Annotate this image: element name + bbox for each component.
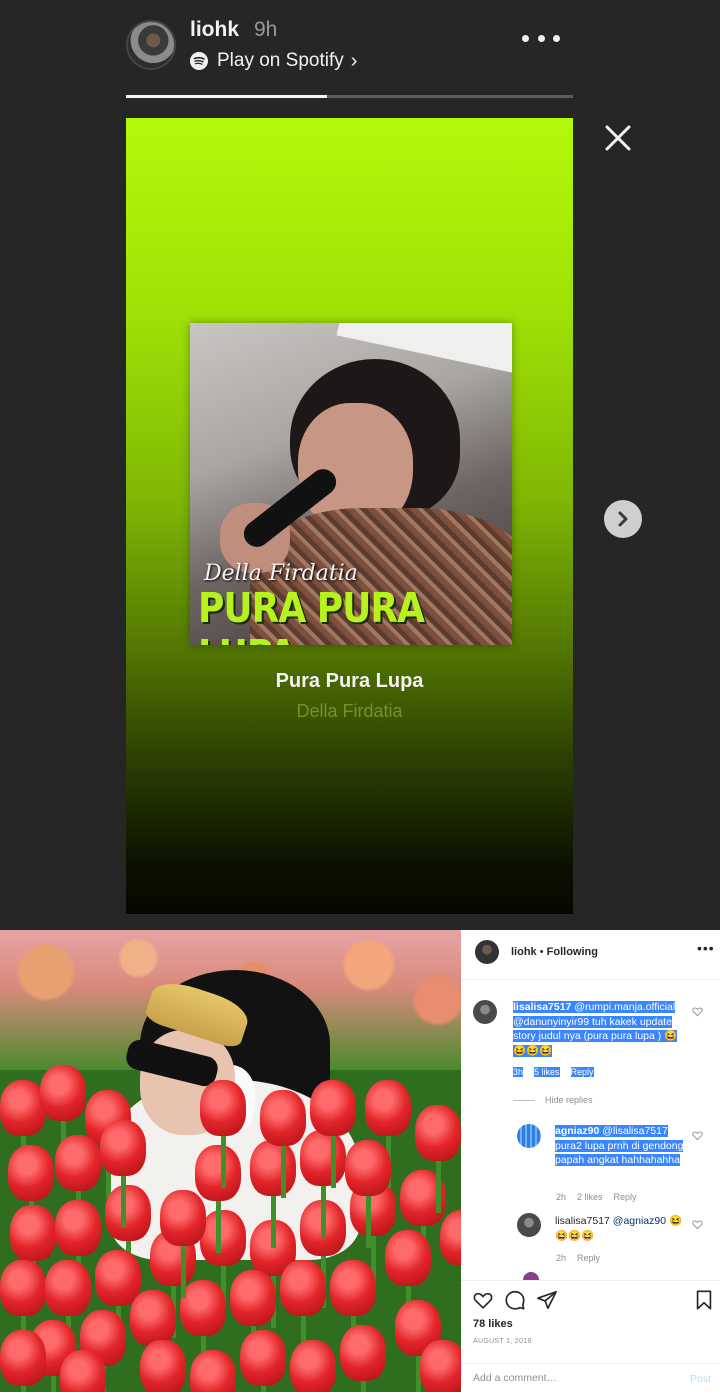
album-artist-text: Della Firdatia bbox=[204, 561, 358, 586]
comment-meta: 2h 2 likes Reply bbox=[556, 1192, 637, 1202]
track-title: Pura Pura Lupa bbox=[275, 670, 424, 692]
comment-likes[interactable]: 5 likes bbox=[534, 1067, 560, 1077]
post-photo[interactable] bbox=[0, 930, 461, 1392]
add-comment-input[interactable] bbox=[473, 1372, 673, 1384]
hide-replies-button[interactable]: Hide replies bbox=[513, 1095, 593, 1105]
separator: • bbox=[536, 946, 547, 958]
comment-likes[interactable]: 2 likes bbox=[577, 1192, 603, 1202]
post-date: AUGUST 1, 2018 bbox=[473, 1338, 532, 1345]
comment-meta: 2h Reply bbox=[556, 1253, 600, 1263]
album-title-text: PURA PURA LUPA bbox=[198, 585, 425, 645]
share-icon[interactable] bbox=[536, 1289, 558, 1311]
add-comment-bar: Post bbox=[461, 1363, 720, 1392]
avatar[interactable] bbox=[473, 1000, 497, 1024]
post-comment-button[interactable]: Post bbox=[690, 1373, 711, 1385]
story-viewer: liohk 9h Play on Spotify › Della Firdati… bbox=[0, 0, 720, 930]
chevron-right-icon: › bbox=[350, 49, 358, 72]
comment: lisalisa7517 @rumpi.manja.official @danu… bbox=[513, 1000, 685, 1058]
story-time: 9h bbox=[254, 18, 278, 41]
comment-time[interactable]: 2h bbox=[556, 1192, 566, 1202]
spotify-label: Play on Spotify bbox=[217, 50, 344, 71]
story-avatar[interactable] bbox=[126, 20, 176, 70]
spotify-icon bbox=[190, 52, 208, 70]
post-comments-panel: liohk • Following ••• lisalisa7517 @rump… bbox=[461, 930, 720, 1392]
story-progress-bar bbox=[126, 95, 573, 98]
story-username[interactable]: liohk bbox=[190, 18, 239, 42]
heart-icon[interactable] bbox=[692, 1006, 703, 1017]
avatar[interactable] bbox=[475, 940, 499, 964]
album-cover: Della Firdatia PURA PURA LUPA bbox=[190, 323, 512, 645]
next-story-button[interactable] bbox=[604, 500, 642, 538]
heart-icon[interactable] bbox=[692, 1219, 703, 1230]
reply-comment: agniaz90 @lisalisa7517 pura2 lupa prnh d… bbox=[555, 1124, 685, 1168]
comment-meta: 3h 5 likes Reply bbox=[513, 1067, 594, 1077]
chevron-right-icon bbox=[618, 511, 628, 527]
comment-time[interactable]: 2h bbox=[556, 1253, 566, 1263]
post-username[interactable]: liohk bbox=[511, 946, 537, 958]
comment-username[interactable]: agniaz90 bbox=[555, 1125, 599, 1137]
avatar[interactable] bbox=[517, 1124, 541, 1148]
more-horizontal-icon[interactable] bbox=[522, 28, 560, 48]
comment-time[interactable]: 3h bbox=[513, 1067, 524, 1077]
reply-comment: lisalisa7517 @agniaz90 😆😆😆😆 bbox=[555, 1214, 685, 1243]
bookmark-icon[interactable] bbox=[693, 1289, 715, 1311]
more-horizontal-icon[interactable]: ••• bbox=[697, 940, 715, 956]
post-actions: 78 likes AUGUST 1, 2018 Post bbox=[461, 1280, 720, 1390]
reply-button[interactable]: Reply bbox=[570, 1067, 594, 1077]
play-on-spotify-link[interactable]: Play on Spotify › bbox=[190, 48, 357, 74]
avatar bbox=[523, 1272, 539, 1280]
heart-icon[interactable] bbox=[472, 1289, 494, 1311]
track-artist: Della Firdatia bbox=[296, 701, 403, 721]
close-icon[interactable] bbox=[600, 120, 636, 156]
hide-replies-label: Hide replies bbox=[545, 1095, 593, 1105]
story-card[interactable]: Della Firdatia PURA PURA LUPA Pura Pura … bbox=[126, 118, 573, 914]
post-header: liohk • Following ••• bbox=[461, 930, 720, 980]
story-progress-fill bbox=[126, 95, 328, 98]
reply-button[interactable]: Reply bbox=[614, 1192, 637, 1202]
comment-username[interactable]: lisalisa7517 bbox=[555, 1215, 610, 1227]
likes-count[interactable]: 78 likes bbox=[473, 1318, 513, 1330]
comment-icon[interactable] bbox=[504, 1289, 526, 1311]
following-button[interactable]: Following bbox=[547, 946, 598, 958]
avatar[interactable] bbox=[517, 1213, 541, 1237]
heart-icon[interactable] bbox=[692, 1130, 703, 1141]
comment-username[interactable]: lisalisa7517 bbox=[513, 1001, 571, 1013]
reply-button[interactable]: Reply bbox=[577, 1253, 600, 1263]
